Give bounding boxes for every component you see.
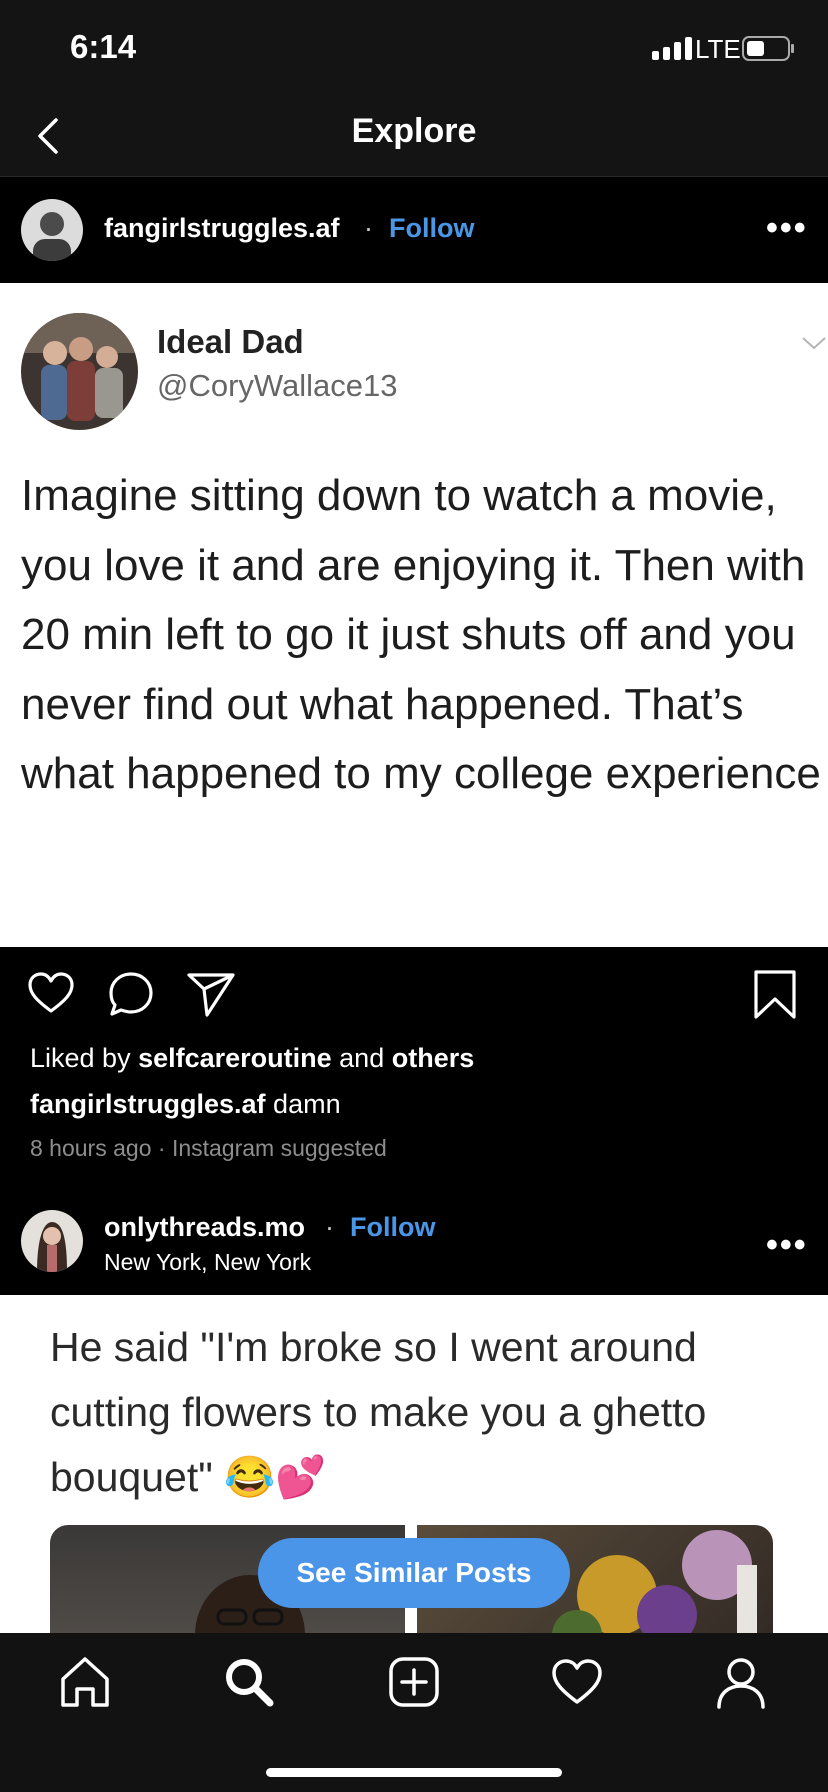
separator-dot: · <box>364 213 373 243</box>
avatar[interactable] <box>21 199 83 261</box>
search-icon <box>226 1659 274 1707</box>
page-title: Explore <box>351 112 477 150</box>
caption-text: damn <box>265 1089 341 1119</box>
signal-icon <box>652 36 694 60</box>
home-indicator <box>266 1768 562 1777</box>
post-header: fangirlstruggles.af · Follow ••• <box>0 177 828 283</box>
tab-home[interactable] <box>58 1655 112 1709</box>
post-caption: fangirlstruggles.af damn <box>30 1089 341 1120</box>
post-image-text: He said "I'm broke so I went around cutt… <box>50 1324 707 1500</box>
likes-prefix: Liked by <box>30 1043 139 1073</box>
more-options-button[interactable]: ••• <box>766 209 808 248</box>
post-username[interactable]: onlythreads.mo <box>104 1212 305 1243</box>
liked-by-others[interactable]: others <box>392 1043 475 1073</box>
tab-profile[interactable] <box>714 1655 768 1709</box>
tab-new-post[interactable] <box>387 1655 441 1709</box>
post-meta: 8 hours ago · Instagram suggested <box>30 1135 387 1162</box>
post-header: onlythreads.mo · Follow New York, New Yo… <box>0 1190 828 1295</box>
see-similar-posts-button[interactable]: See Similar Posts <box>258 1538 570 1608</box>
follow-button[interactable]: Follow <box>389 213 474 244</box>
activity-heart-icon <box>552 1659 602 1704</box>
tab-bar <box>0 1633 828 1792</box>
chevron-down-icon <box>800 333 828 358</box>
profile-icon <box>717 1658 765 1709</box>
tweet-avatar <box>21 313 138 430</box>
send-icon <box>187 973 235 1017</box>
post-location[interactable]: New York, New York <box>104 1249 311 1276</box>
tweet-author-name: Ideal Dad <box>157 323 304 360</box>
post-image: Ideal Dad @CoryWallace13 Imagine sitting… <box>0 283 828 947</box>
follow-button[interactable]: Follow <box>350 1212 435 1243</box>
caption-username[interactable]: fangirlstruggles.af <box>30 1089 266 1119</box>
comment-button[interactable] <box>106 969 156 1019</box>
heart-icon <box>28 972 74 1013</box>
post-time: 8 hours ago <box>30 1135 152 1161</box>
separator-dot: · <box>325 1212 334 1242</box>
post-username[interactable]: fangirlstruggles.af <box>104 213 340 244</box>
more-options-button[interactable]: ••• <box>766 1226 808 1265</box>
tweet-text: Imagine sitting down to watch a movie, y… <box>21 471 821 798</box>
home-icon <box>61 1657 109 1707</box>
like-button[interactable] <box>26 969 76 1019</box>
post-actions: Liked by selfcareroutine and others fang… <box>0 947 828 1167</box>
save-button[interactable] <box>752 969 798 1021</box>
tab-activity[interactable] <box>550 1655 604 1709</box>
likes-and: and <box>331 1043 392 1073</box>
meta-separator: · <box>151 1135 172 1161</box>
tab-search[interactable] <box>222 1655 276 1709</box>
likes-summary[interactable]: Liked by selfcareroutine and others <box>30 1043 474 1074</box>
liked-by-user[interactable]: selfcareroutine <box>138 1043 332 1073</box>
comment-icon <box>109 972 153 1016</box>
battery-icon <box>742 36 796 67</box>
status-time: 6:14 <box>70 28 137 65</box>
navigation-bar: Explore <box>0 96 828 177</box>
bookmark-icon <box>754 970 796 1019</box>
avatar[interactable] <box>21 1210 83 1272</box>
status-bar: 6:14 LTE <box>0 0 828 96</box>
network-label: LTE <box>695 34 741 64</box>
tweet-author-handle: @CoryWallace13 <box>157 368 398 403</box>
share-button[interactable] <box>186 969 236 1019</box>
suggested-label: Instagram suggested <box>171 1135 387 1161</box>
add-post-icon <box>389 1657 439 1707</box>
